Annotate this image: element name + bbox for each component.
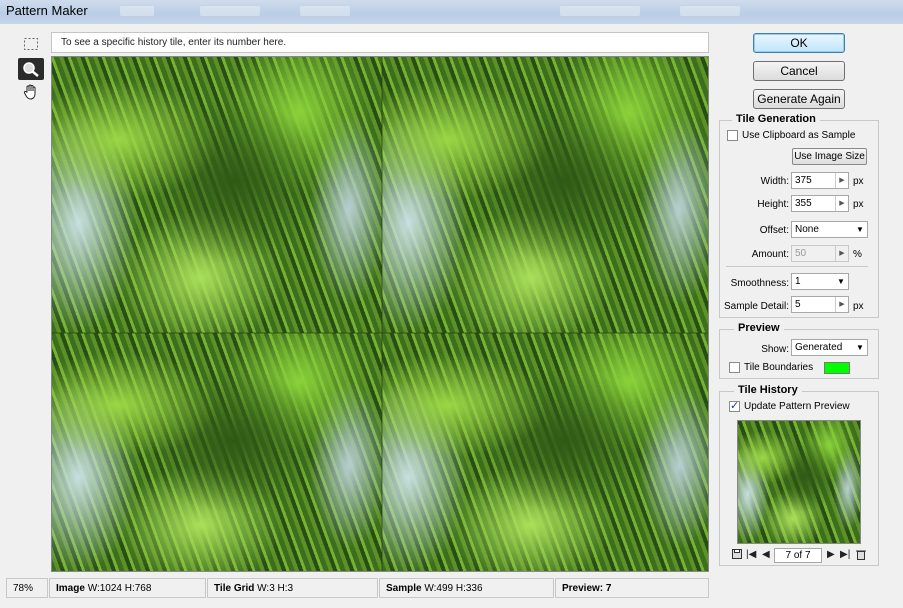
pattern-tile <box>52 57 382 333</box>
sample-detail-spin-arrow-icon[interactable]: ▶ <box>835 297 848 312</box>
status-tile-grid: Tile Grid W:3 H:3 <box>207 578 378 598</box>
tile-boundaries-checkbox[interactable] <box>729 362 740 373</box>
status-image: Image W:1024 H:768 <box>49 578 206 598</box>
preview-group-title: Preview <box>734 322 784 334</box>
status-sample-value: W:499 H:336 <box>424 583 483 594</box>
height-value: 355 <box>795 198 812 209</box>
sample-detail-field[interactable]: 5 ▶ <box>791 296 849 313</box>
show-label: Show: <box>761 344 789 355</box>
hand-tool[interactable] <box>18 81 44 103</box>
tile-boundaries-label: Tile Boundaries <box>744 362 814 373</box>
status-preview: Preview: 7 <box>555 578 709 598</box>
amount-field: 50 ▶ <box>791 245 849 262</box>
width-field[interactable]: 375 ▶ <box>791 172 849 189</box>
offset-value: None <box>795 224 819 235</box>
pattern-tile <box>52 333 382 571</box>
update-pattern-preview-checkbox[interactable] <box>729 399 740 412</box>
height-unit: px <box>853 199 864 210</box>
sample-detail-label: Sample Detail: <box>723 301 789 312</box>
cancel-button[interactable]: Cancel <box>753 61 845 81</box>
tile-generation-title: Tile Generation <box>732 113 820 125</box>
background-toolbar-blur <box>200 6 260 16</box>
history-tile-image <box>738 421 860 543</box>
status-image-label: Image <box>56 583 85 594</box>
history-page-field[interactable]: 7 of 7 <box>774 548 822 563</box>
ok-button[interactable]: OK <box>753 33 845 53</box>
status-zoom: 78% <box>6 578 48 598</box>
width-unit: px <box>853 176 864 187</box>
amount-label: Amount: <box>751 249 789 260</box>
status-preview-label: Preview: <box>562 583 604 594</box>
width-value: 375 <box>795 175 812 186</box>
save-preset-icon[interactable] <box>732 549 742 562</box>
background-toolbar-blur <box>560 6 640 16</box>
height-field[interactable]: 355 ▶ <box>791 195 849 212</box>
last-tile-icon[interactable]: ▶| <box>840 549 850 560</box>
use-clipboard-checkbox[interactable] <box>727 130 738 141</box>
status-sample: Sample W:499 H:336 <box>379 578 554 598</box>
marquee-tool[interactable] <box>18 33 44 55</box>
generate-again-button[interactable]: Generate Again <box>753 89 845 109</box>
pattern-tile <box>382 333 708 571</box>
window-title: Pattern Maker <box>6 3 88 18</box>
update-pattern-preview-label: Update Pattern Preview <box>744 401 850 412</box>
use-clipboard-label: Use Clipboard as Sample <box>742 130 856 141</box>
width-label: Width: <box>760 176 789 187</box>
background-toolbar-blur <box>300 6 350 16</box>
trash-icon[interactable] <box>856 549 866 563</box>
status-sample-label: Sample <box>386 583 422 594</box>
hand-tool-icon <box>23 84 36 100</box>
pattern-tile <box>382 57 708 333</box>
group-divider <box>726 266 868 267</box>
width-spin-arrow-icon[interactable]: ▶ <box>835 173 848 188</box>
status-grid-value: W:3 H:3 <box>257 583 294 594</box>
history-hint-bar: To see a specific history tile, enter it… <box>51 32 709 53</box>
tile-seam <box>52 332 708 334</box>
smoothness-select[interactable]: 1 ▼ <box>791 273 849 290</box>
tile-boundaries-color-swatch[interactable] <box>824 362 850 374</box>
zoom-tool[interactable] <box>18 58 44 80</box>
chevron-down-icon: ▼ <box>856 343 864 352</box>
chevron-down-icon: ▼ <box>856 225 864 234</box>
pattern-preview-canvas[interactable] <box>51 56 709 572</box>
marquee-tool-icon <box>24 38 38 50</box>
amount-value: 50 <box>795 248 807 259</box>
first-tile-icon[interactable]: |◀ <box>746 549 756 560</box>
status-preview-value: 7 <box>605 583 612 594</box>
offset-label: Offset: <box>759 225 789 236</box>
previous-tile-icon[interactable]: ◀ <box>762 549 770 560</box>
use-image-size-button[interactable]: Use Image Size <box>792 148 867 165</box>
history-tile-thumbnail[interactable] <box>737 420 861 544</box>
background-toolbar-blur <box>120 6 154 16</box>
amount-unit: % <box>853 249 862 260</box>
status-image-value: W:1024 H:768 <box>87 583 152 594</box>
window-title-bar: Pattern Maker <box>0 0 903 24</box>
smoothness-label: Smoothness: <box>730 278 789 289</box>
height-spin-arrow-icon[interactable]: ▶ <box>835 196 848 211</box>
tile-seam <box>381 57 383 571</box>
sample-detail-value: 5 <box>795 299 801 310</box>
height-label: Height: <box>757 199 789 210</box>
tile-history-title: Tile History <box>734 384 802 396</box>
background-toolbar-blur <box>680 6 740 16</box>
show-value: Generated <box>795 342 843 353</box>
show-select[interactable]: Generated ▼ <box>791 339 868 356</box>
chevron-down-icon: ▼ <box>837 277 845 286</box>
status-grid-label: Tile Grid <box>214 583 255 594</box>
offset-select[interactable]: None ▼ <box>791 221 868 238</box>
zoom-tool-icon <box>23 62 39 77</box>
amount-spin-arrow-icon: ▶ <box>835 246 848 261</box>
sample-detail-unit: px <box>853 301 864 312</box>
next-tile-icon[interactable]: ▶ <box>827 549 835 560</box>
smoothness-value: 1 <box>795 276 801 287</box>
